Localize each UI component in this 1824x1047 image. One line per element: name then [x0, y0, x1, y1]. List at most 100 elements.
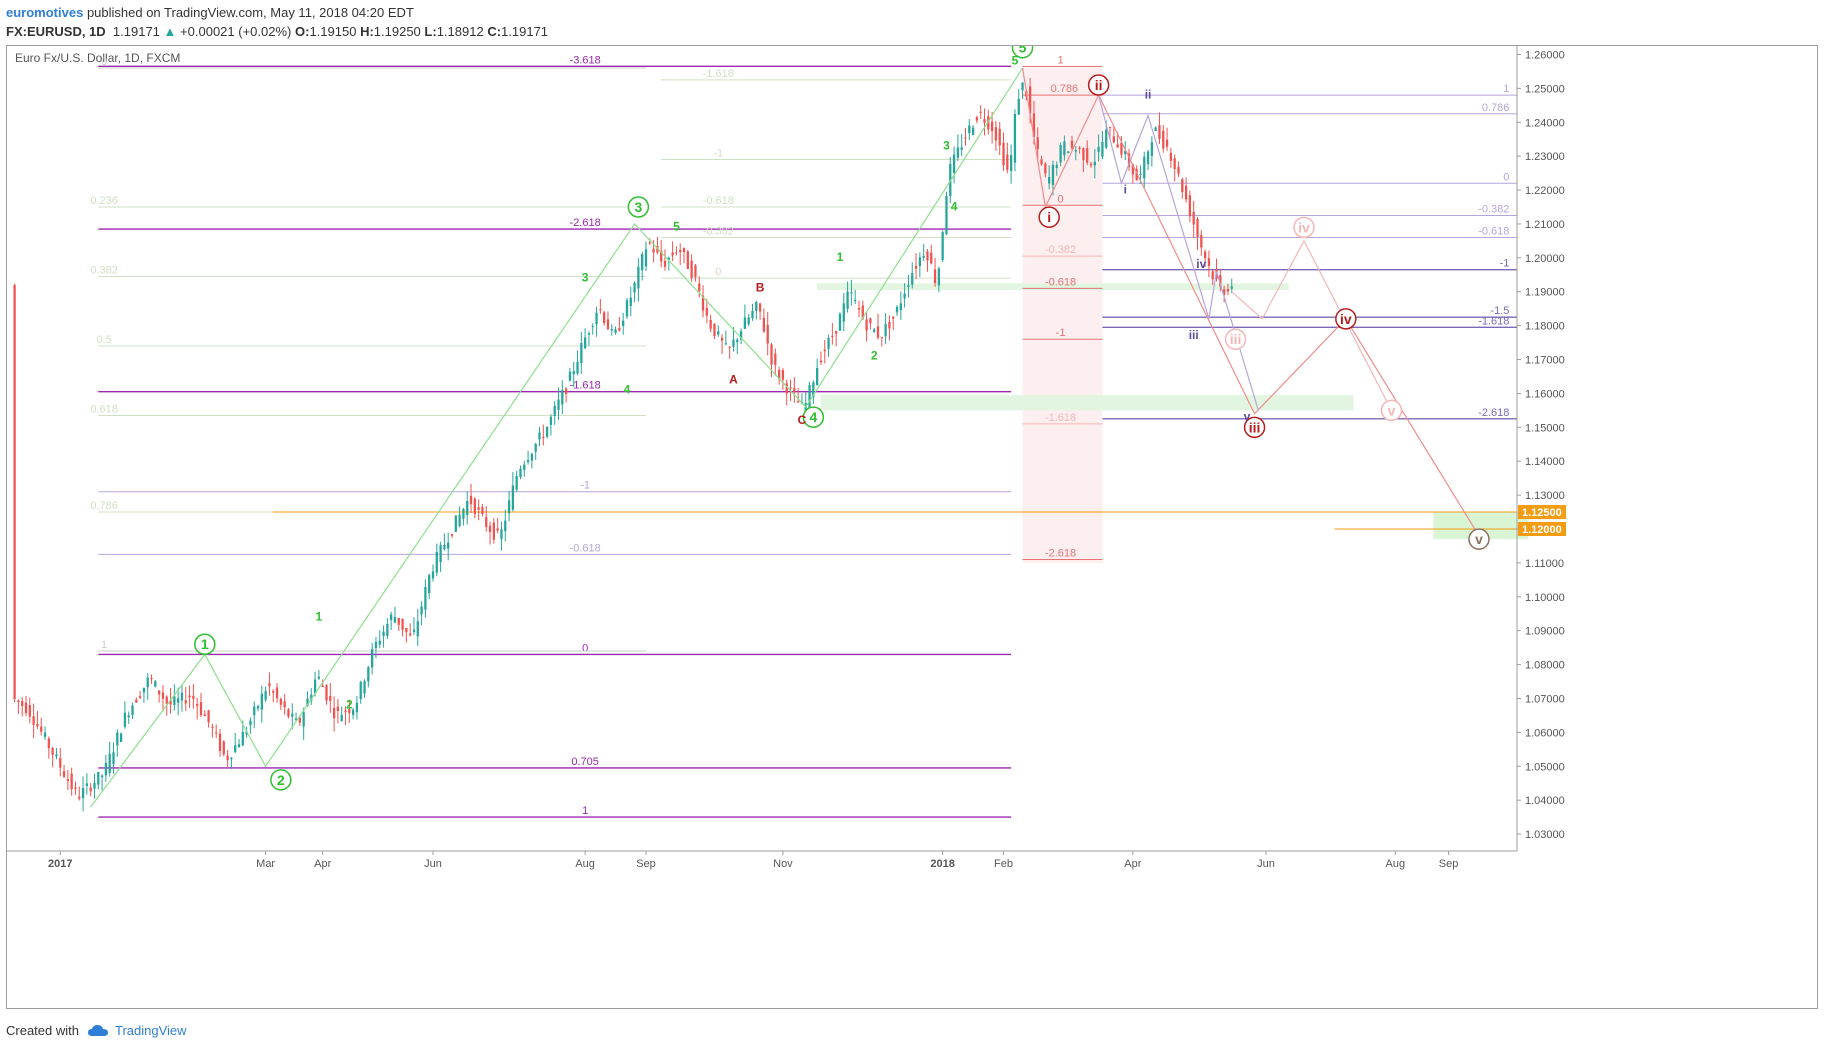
tradingview-link[interactable]: TradingView: [115, 1023, 187, 1038]
candle-body: [937, 268, 941, 286]
candle-body: [971, 127, 975, 135]
publish-header: euromotives published on TradingView.com…: [6, 4, 414, 21]
candle-body: [1074, 150, 1077, 152]
candle-body: [24, 702, 28, 714]
candle-body: [378, 640, 381, 645]
candle-body: [401, 618, 404, 630]
candle-body: [888, 321, 891, 329]
fib-level-label: -2.618: [1045, 548, 1076, 560]
low-label: L:: [424, 24, 437, 39]
candle-body: [1146, 151, 1150, 164]
y-tick-label: 1.21000: [1525, 219, 1565, 231]
candle-body: [458, 514, 461, 526]
candle-body: [424, 587, 427, 610]
fib-level-label: -0.382: [1045, 244, 1076, 256]
candle-body: [865, 319, 868, 331]
candle-body: [1089, 163, 1093, 166]
wave-label: C: [798, 413, 807, 427]
candle-body: [81, 788, 85, 799]
candle-body: [374, 641, 378, 649]
zones-layer: [817, 66, 1529, 563]
wave-label: 2: [871, 349, 878, 363]
fib-level-label: 0.786: [90, 500, 118, 512]
candle-body: [55, 754, 58, 757]
candle-body: [177, 698, 180, 703]
wave-label-circled: 4: [809, 409, 817, 425]
candle-body: [933, 269, 937, 284]
candle-body: [1101, 141, 1104, 157]
wave-path: [1098, 94, 1259, 411]
candle-body: [941, 231, 944, 260]
candle-body: [211, 726, 214, 728]
candle-body: [534, 443, 537, 452]
y-tick-label: 1.14000: [1525, 456, 1565, 468]
wave-label: 2: [346, 698, 353, 712]
wave-label-circled: i: [1047, 209, 1051, 225]
candle-body: [599, 309, 602, 311]
candle-body: [158, 690, 161, 695]
candle-body: [964, 137, 967, 139]
candle-body: [17, 700, 20, 703]
candle-body: [758, 303, 762, 312]
candle-body: [28, 705, 31, 717]
candle-body: [1165, 139, 1169, 147]
candle-body: [135, 699, 138, 703]
author-link[interactable]: euromotives: [6, 5, 83, 20]
candle-body: [618, 328, 621, 331]
candle-body: [78, 796, 81, 799]
candle-body: [892, 316, 895, 319]
x-tick-label: 2017: [48, 858, 72, 870]
wave-label-circled: iv: [1340, 311, 1352, 327]
fib-level-label: -0.618: [1045, 276, 1076, 288]
candle-body: [393, 617, 397, 623]
candle-body: [32, 716, 35, 725]
candle-body: [694, 265, 697, 278]
candle-body: [952, 154, 956, 173]
candle-body: [542, 436, 545, 439]
candle-body: [237, 744, 241, 748]
candle-body: [789, 387, 792, 389]
y-tick-label: 1.11000: [1525, 558, 1564, 570]
candle-body: [926, 251, 929, 261]
candle-body: [1173, 158, 1176, 170]
candle-body: [173, 696, 176, 705]
x-tick-label: Jun: [1257, 858, 1275, 870]
candle-body: [899, 303, 902, 311]
candle-body: [199, 702, 203, 716]
candle-body: [1207, 258, 1211, 267]
candle-body: [283, 701, 286, 708]
candle-body: [629, 297, 632, 306]
price-chart[interactable]: Euro Fx/U.S. Dollar, 1D, FXCM -3.618 -2.6…: [7, 36, 1817, 1008]
candle-body: [914, 265, 918, 269]
candle-body: [382, 631, 385, 636]
fib-level-label: 0: [582, 642, 588, 654]
candle-body: [298, 718, 302, 723]
candle-body: [119, 733, 123, 742]
candle-body: [728, 346, 731, 348]
candle-body: [583, 337, 587, 349]
candle-body: [774, 353, 777, 365]
y-tick-label: 1.03000: [1525, 829, 1565, 841]
candle-body: [473, 498, 476, 514]
candle-body: [1059, 145, 1062, 163]
candle-body: [1139, 173, 1142, 175]
candle-body: [420, 606, 423, 615]
candle-body: [1093, 161, 1096, 166]
candle-body: [652, 248, 655, 253]
candle-body: [165, 696, 168, 704]
candle-body: [549, 416, 553, 425]
candle-body: [1154, 127, 1157, 131]
candle-body: [831, 335, 834, 337]
chart-frame[interactable]: Euro Fx/U.S. Dollar, 1D, FXCM -3.618 -2.6…: [6, 36, 1818, 1009]
price-change: +0.00021 (+0.02%): [180, 24, 292, 39]
wave-label-circled: v: [1388, 402, 1396, 418]
candle-body: [869, 318, 872, 324]
candle-body: [500, 529, 503, 540]
candle-body: [515, 475, 518, 490]
candle-body: [302, 712, 305, 727]
candle-body: [930, 252, 933, 264]
wave-path: [1231, 239, 1393, 411]
candle-body: [184, 700, 187, 704]
fib-level-label: -0.618: [1478, 226, 1509, 238]
fib-level-label: 0.236: [90, 195, 118, 207]
